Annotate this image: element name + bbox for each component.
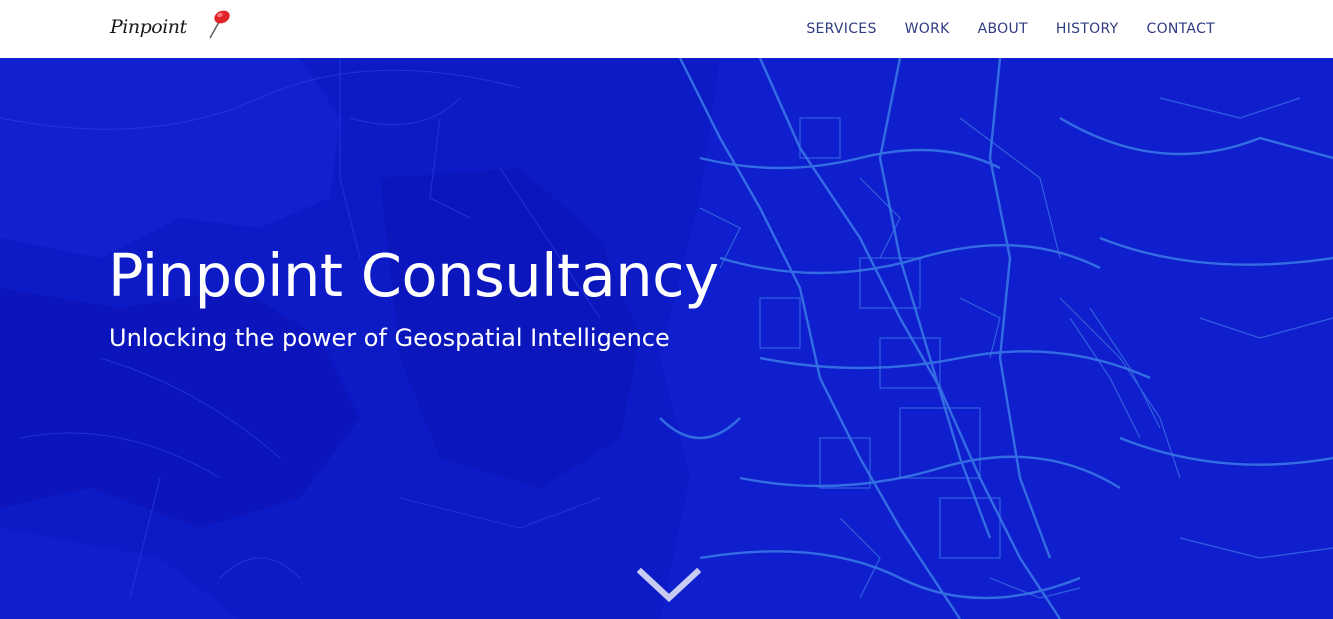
- top-navbar: Pinpoint SERVICES WORK ABOUT HISTORY CON…: [0, 0, 1333, 58]
- hero-section: Pinpoint Consultancy Unlocking the power…: [0, 58, 1333, 619]
- nav-services[interactable]: SERVICES: [806, 21, 876, 37]
- nav-work[interactable]: WORK: [905, 21, 950, 37]
- nav-contact[interactable]: CONTACT: [1147, 21, 1216, 37]
- nav-about[interactable]: ABOUT: [978, 21, 1028, 37]
- hero-title: Pinpoint Consultancy: [108, 241, 719, 310]
- main-nav: SERVICES WORK ABOUT HISTORY CONTACT: [778, 18, 1215, 37]
- chevron-down-icon[interactable]: [637, 566, 701, 606]
- red-pushpin-icon: [209, 10, 230, 39]
- nav-history[interactable]: HISTORY: [1056, 21, 1119, 37]
- hero-subtitle: Unlocking the power of Geospatial Intell…: [109, 324, 670, 352]
- logo-text: Pinpoint: [110, 16, 187, 38]
- pinpoint-logo[interactable]: Pinpoint: [110, 8, 234, 48]
